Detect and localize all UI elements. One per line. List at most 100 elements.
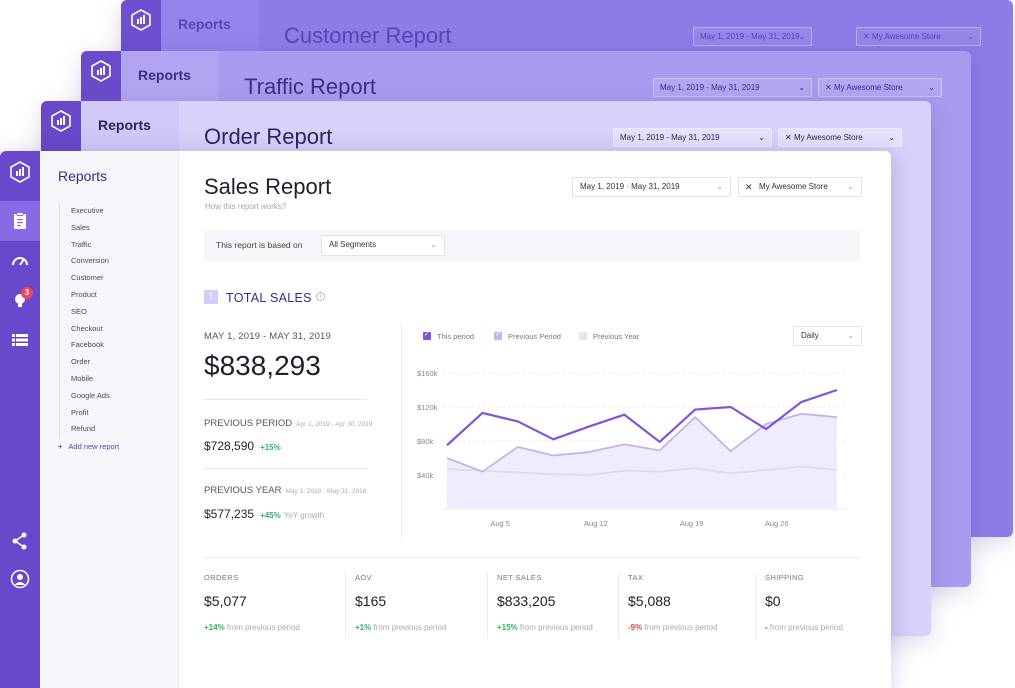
metrics-divider [204, 557, 860, 558]
metric-shipping: SHIPPING $0 - from previous period [765, 573, 843, 641]
metric-value: $833,205 [497, 593, 556, 609]
sidebar-list: Executive Sales Traffic Conversion Customer P… [59, 203, 110, 439]
checkbox-icon [494, 330, 502, 340]
date-range-select[interactable]: May 1, 2019 - May 31, 2019 ⌄ [693, 27, 812, 46]
previous-period-value: $728,590 [204, 439, 255, 453]
sales-report-card: 3 Reports Executive Sales Traffic Conversio… [0, 151, 891, 688]
metric-tax: TAX $5,088 -9% from previous period [628, 573, 717, 641]
list-icon[interactable] [10, 330, 30, 350]
metric-change-value: +1% [355, 623, 372, 632]
card-sidebar-title: Reports [138, 67, 191, 83]
previous-year-value: $577,235 [204, 507, 255, 521]
sidebar-item-executive[interactable]: Executive [71, 203, 110, 220]
sidebar-item-profit[interactable]: Profit [71, 405, 110, 422]
metric-change-value: -9% [628, 623, 643, 632]
chevron-down-icon: ⌄ [758, 133, 765, 142]
metric-net-sales: NET SALES $833,205 +15% from previous peri… [497, 573, 593, 641]
segment-bar: This report is based on All Segments ⌄ [204, 230, 860, 261]
store-value: My Awesome Store [871, 32, 941, 41]
sidebar-item-conversion[interactable]: Conversion [71, 253, 110, 270]
store-select[interactable]: ✕ My Awesome Store ⌄ [738, 177, 862, 197]
vertical-divider [401, 325, 402, 538]
user-profile-icon[interactable] [10, 569, 30, 589]
previous-period-label: PREVIOUS PERIOD Apr 1, 2019 - Apr 30, 201… [204, 418, 372, 429]
sidebar-item-refund[interactable]: Refund [71, 421, 110, 438]
store-select[interactable]: ✕ My Awesome Store ⌄ [856, 27, 981, 46]
sidebar-item-mobile[interactable]: Mobile [71, 371, 110, 388]
chevron-down-icon: ⌄ [888, 133, 895, 142]
icon-rail: 3 [0, 151, 40, 688]
date-range-select[interactable]: May 1, 2019 - May 31, 2019 ⌄ [613, 128, 772, 147]
metric-label: AOV [355, 573, 373, 582]
legend-label: This period [437, 332, 475, 341]
previous-year-change: +45% [260, 511, 281, 520]
metric-change-value: +14% [204, 623, 225, 632]
chevron-down-icon: ⌄ [430, 240, 437, 249]
metric-orders: ORDERS $5,077 +14% from previous period [204, 573, 300, 641]
sidebar-item-product[interactable]: Product [71, 287, 110, 304]
metric-change-note: from previous period [519, 623, 593, 632]
date-range-value: May 1, 2019 - May 31, 2019 [700, 32, 800, 41]
y-tick-label: $160k [417, 369, 438, 378]
notification-badge: 3 [21, 287, 33, 299]
section-title: TOTAL SALES [226, 291, 312, 305]
store-value: My Awesome Store [793, 133, 863, 142]
share-icon[interactable] [10, 531, 30, 551]
card-title: Order Report [204, 124, 333, 149]
page-title: Sales Report [204, 174, 332, 199]
sidebar-item-checkout[interactable]: Checkout [71, 321, 110, 338]
date-range-select[interactable]: May 1, 2019 - May 31, 2019 ⌄ [572, 177, 731, 197]
segment-select[interactable]: All Segments ⌄ [321, 235, 445, 256]
divider [204, 468, 367, 469]
legend-this-period[interactable]: This period [423, 330, 475, 341]
metric-label: SHIPPING [765, 573, 805, 582]
store-value: My Awesome Store [759, 182, 828, 191]
metric-change: +1% from previous period [355, 623, 446, 632]
sidebar-item-sales[interactable]: Sales [71, 220, 110, 237]
how-report-works-link[interactable]: How this report works? [205, 202, 286, 211]
legend-previous-year[interactable]: Previous Year [579, 330, 639, 341]
sidebar-item-facebook[interactable]: Facebook [71, 337, 110, 354]
store-select[interactable]: ✕ My Awesome Store ⌄ [818, 78, 942, 97]
metric-value: $5,077 [204, 593, 247, 609]
checkbox-icon [423, 330, 431, 340]
granularity-value: Daily [801, 331, 819, 340]
add-new-report-link[interactable]: + Add new report [58, 442, 119, 451]
metric-change: - from previous period [765, 623, 843, 632]
sidebar-item-seo[interactable]: SEO [71, 304, 110, 321]
current-range: MAY 1, 2019 - MAY 31, 2019 [204, 331, 332, 342]
date-range-value: May 1, 2019 - May 31, 2019 [660, 83, 760, 92]
total-sales-value: $838,293 [204, 350, 321, 381]
x-tick-label: Aug 12 [584, 519, 608, 528]
sidebar-item-google-ads[interactable]: Google Ads [71, 388, 110, 405]
chevron-down-icon: ⌄ [798, 83, 805, 92]
metric-label: ORDERS [204, 573, 239, 582]
granularity-select[interactable]: Daily ⌄ [793, 326, 862, 346]
store-select[interactable]: ✕ My Awesome Store ⌄ [778, 128, 902, 147]
x-tick-label: Aug 5 [490, 519, 510, 528]
reports-icon[interactable] [10, 211, 30, 231]
metric-change-note: from previous period [644, 623, 718, 632]
app-logo-icon[interactable] [8, 160, 32, 184]
chevron-down-icon: ⌄ [716, 182, 723, 191]
info-icon[interactable]: i [316, 292, 325, 301]
previous-period-change: +15% [260, 443, 281, 452]
tools-icon: ✕ [745, 182, 753, 192]
date-range-select[interactable]: May 1, 2019 - May 31, 2019 ⌄ [653, 78, 812, 97]
report-content: Sales Report How this report works? May … [179, 151, 891, 688]
sidebar-title: Reports [58, 168, 108, 184]
sidebar-item-customer[interactable]: Customer [71, 270, 110, 287]
store-value: My Awesome Store [833, 83, 903, 92]
chevron-down-icon: ⌄ [967, 32, 974, 41]
previous-period-range: Apr 1, 2019 - Apr 30, 2019 [296, 421, 373, 428]
speedometer-icon[interactable] [10, 251, 30, 271]
legend-previous-period[interactable]: Previous Period [494, 330, 561, 341]
sidebar-item-traffic[interactable]: Traffic [71, 237, 110, 254]
metric-divider [755, 573, 756, 639]
chevron-down-icon: ⌄ [847, 182, 854, 191]
metric-divider [487, 573, 488, 639]
metric-value: $5,088 [628, 593, 671, 609]
previous-period-title: PREVIOUS PERIOD [204, 418, 293, 429]
sidebar-item-order[interactable]: Order [71, 354, 110, 371]
sales-line-chart: $40k $80k $120k $160k Aug 5 Aug 12 Aug 19 Aug 2… [417, 369, 847, 528]
